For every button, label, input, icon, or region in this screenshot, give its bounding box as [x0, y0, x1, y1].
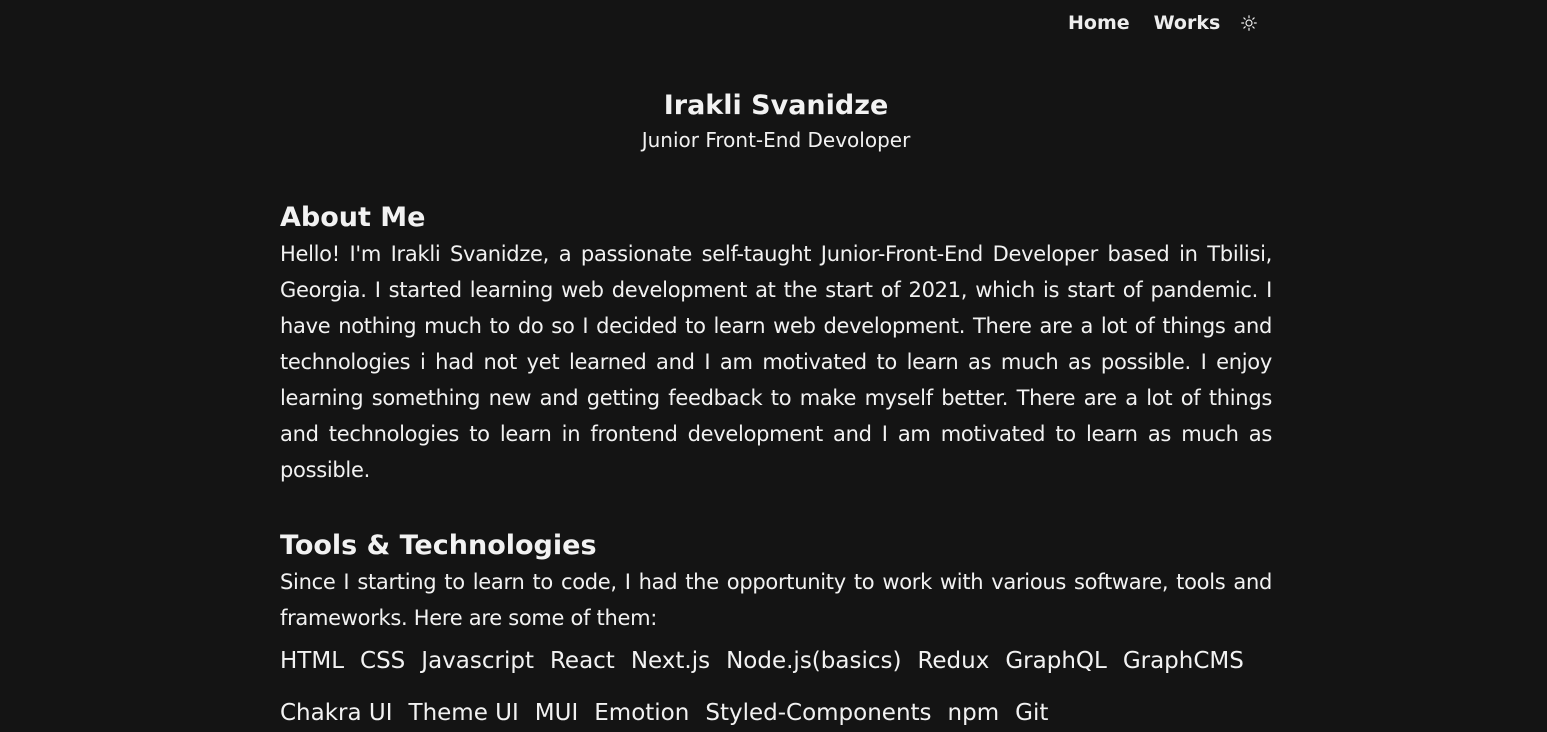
- page-title: Irakli Svanidze: [663, 90, 889, 121]
- about-section: About Me Hello! I'm Irakli Svanidze, a p…: [280, 200, 1272, 488]
- job-title: Junior Front-End Devoloper: [641, 128, 911, 152]
- tech-item: React: [549, 648, 615, 674]
- tools-section: Tools & Technologies Since I starting to…: [280, 528, 1272, 732]
- tech-item: HTML: [280, 648, 345, 674]
- main-content: Irakli Svanidze Junior Front-End Devolop…: [280, 0, 1272, 732]
- tech-item: Styled-Components: [705, 700, 932, 726]
- tech-item: Node.js(basics): [726, 648, 902, 674]
- about-heading: About Me: [280, 202, 426, 233]
- tech-item: Chakra UI: [280, 700, 393, 726]
- tech-item: Theme UI: [408, 700, 519, 726]
- tech-item: CSS: [360, 648, 406, 674]
- tech-item: npm: [947, 700, 1000, 726]
- hero: Irakli Svanidze Junior Front-End Devolop…: [280, 88, 1272, 156]
- tech-item: Git: [1015, 700, 1049, 726]
- tools-text: Since I starting to learn to code, I had…: [280, 570, 1272, 630]
- tech-item: Redux: [917, 648, 990, 674]
- about-text: Hello! I'm Irakli Svanidze, a passionate…: [280, 242, 1272, 482]
- tech-list: HTML CSS Javascript React Next.js Node.j…: [280, 642, 1272, 732]
- tools-heading: Tools & Technologies: [280, 530, 597, 561]
- tech-item: GraphCMS: [1122, 648, 1244, 674]
- tech-item: MUI: [534, 700, 579, 726]
- tech-item: Next.js: [630, 648, 711, 674]
- tech-item: Emotion: [594, 700, 690, 726]
- tech-item: GraphQL: [1005, 648, 1107, 674]
- tech-item: Javascript: [421, 648, 534, 674]
